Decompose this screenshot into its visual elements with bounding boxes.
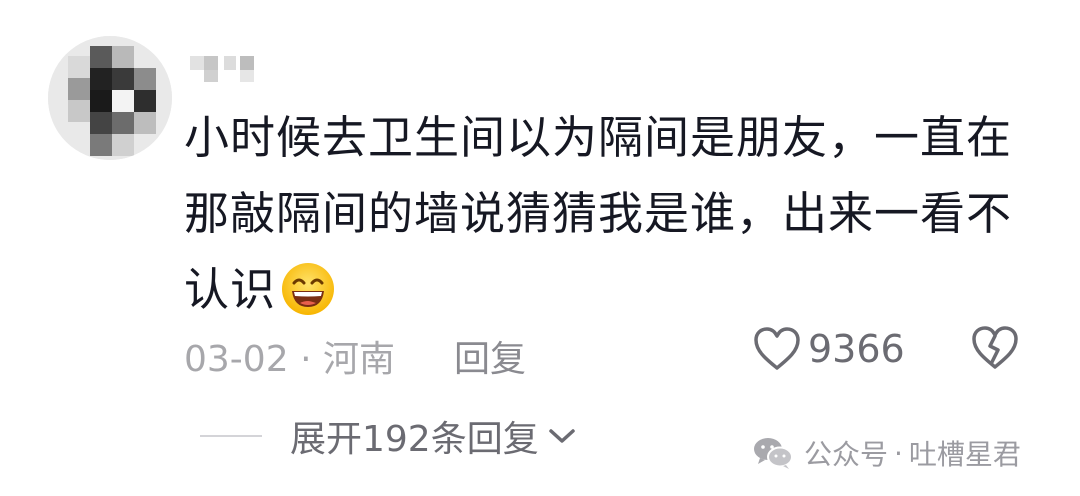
expand-replies-label: 展开192条回复 bbox=[290, 419, 539, 460]
broken-heart-icon[interactable] bbox=[970, 324, 1020, 372]
username[interactable] bbox=[190, 52, 270, 86]
comment-line: 那敲隔间的墙说猜猜我是谁，出来一看不 bbox=[184, 187, 1013, 240]
chevron-down-icon bbox=[548, 429, 575, 443]
like-button[interactable]: 9366 bbox=[752, 322, 905, 376]
comment-text: 小时候去卫生间以为隔间是朋友，一直在 那敲隔间的墙说猜猜我是谁，出来一看不 认识 bbox=[184, 100, 1014, 328]
comment-date-location: 03-02 · 河南 bbox=[184, 330, 395, 382]
comment-line: 小时候去卫生间以为隔间是朋友，一直在 bbox=[184, 111, 1013, 164]
watermark-separator: · bbox=[894, 436, 903, 470]
expand-divider-line bbox=[200, 435, 262, 437]
meta-separator: · bbox=[300, 339, 312, 380]
comment-location: 河南 bbox=[322, 339, 395, 380]
comment-line: 认识 bbox=[184, 263, 277, 316]
comment-meta: 03-02 · 河南 回复 9366 bbox=[184, 322, 1044, 380]
like-count: 9366 bbox=[808, 327, 905, 371]
heart-icon bbox=[754, 327, 800, 370]
reply-button[interactable]: 回复 bbox=[454, 330, 526, 382]
avatar-pixelated-icon bbox=[48, 36, 172, 160]
watermark-label: 公众号 bbox=[804, 438, 889, 471]
comment-date: 03-02 bbox=[184, 339, 289, 380]
watermark: 公众号 · 吐槽星君 bbox=[752, 430, 1021, 476]
expand-replies-button[interactable]: 展开192条回复 bbox=[200, 410, 577, 462]
avatar[interactable] bbox=[48, 36, 172, 160]
watermark-account: 吐槽星君 bbox=[908, 438, 1021, 471]
grinning-face-with-sweat-icon bbox=[280, 261, 336, 317]
username-pixelated-icon bbox=[190, 56, 254, 82]
wechat-icon bbox=[754, 438, 793, 469]
